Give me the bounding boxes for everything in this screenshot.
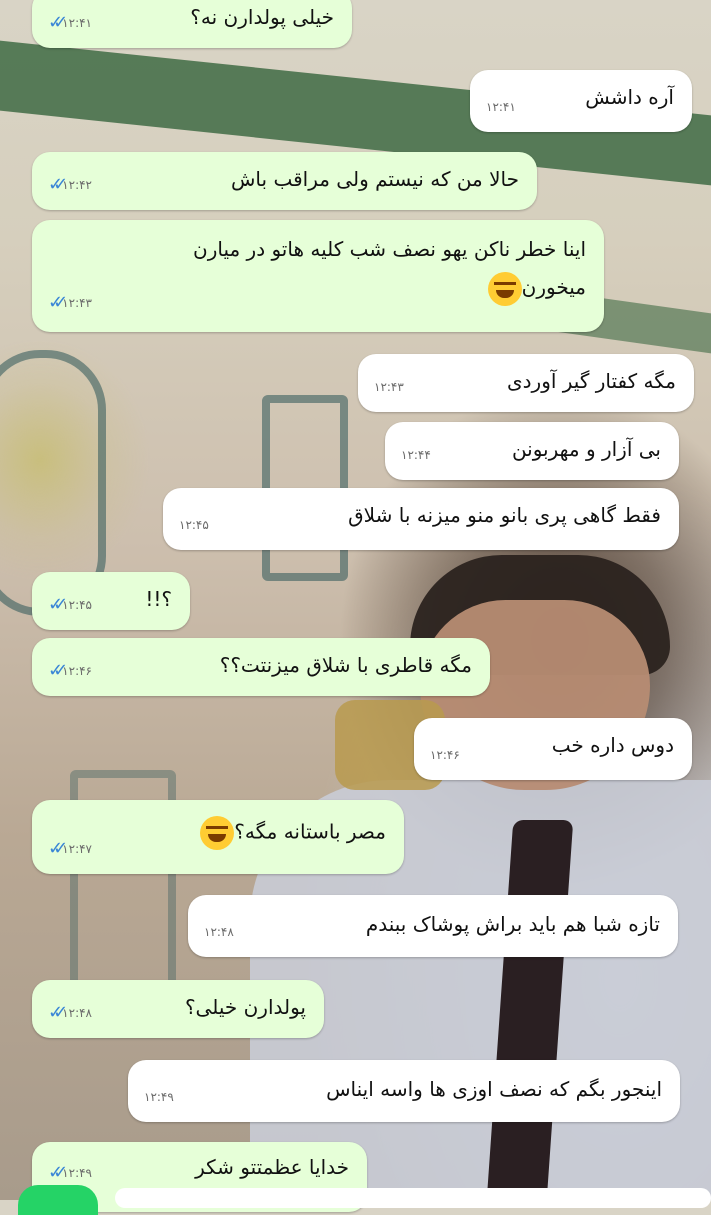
message-bubble[interactable]: حالا من که نیستم ولی مراقب باش ✓✓ ۱۲:۴۲ xyxy=(32,152,537,210)
message-time: ۱۲:۴۱ xyxy=(62,16,92,30)
message-meta: ۱۲:۴۱ xyxy=(486,92,516,122)
message-text: مگه قاطری با شلاق میزنتت؟؟ xyxy=(219,653,472,677)
message-meta: ۱۲:۴۹ xyxy=(144,1082,174,1112)
message-meta: ۱۲:۴۶ xyxy=(430,740,460,770)
message-meta: ✓✓ ۱۲:۴۵ xyxy=(48,590,92,620)
message-time: ۱۲:۴۷ xyxy=(62,842,92,856)
message-meta: ✓✓ ۱۲:۴۸ xyxy=(48,998,92,1028)
double-check-icon: ✓✓ xyxy=(48,174,68,195)
message-bubble[interactable]: فقط گاهی پری بانو منو میزنه با شلاق ۱۲:۴… xyxy=(163,488,679,550)
message-meta: ✓✓ ۱۲:۴۶ xyxy=(48,656,92,686)
double-check-icon: ✓✓ xyxy=(48,1162,68,1183)
message-meta: ۱۲:۴۸ xyxy=(204,917,234,947)
double-check-icon: ✓✓ xyxy=(48,1002,68,1023)
message-text: فقط گاهی پری بانو منو میزنه با شلاق xyxy=(348,503,661,527)
message-bubble[interactable]: مگه قاطری با شلاق میزنتت؟؟ ✓✓ ۱۲:۴۶ xyxy=(32,638,490,696)
message-time: ۱۲:۴۴ xyxy=(401,448,431,462)
message-bubble[interactable]: مگه کفتار گیر آوردی ۱۲:۴۳ xyxy=(358,354,694,412)
message-bubble[interactable]: اینا خطر ناکن یهو نصف شب کلیه هاتو در می… xyxy=(32,220,604,332)
message-meta: ✓✓ ۱۲:۴۹ xyxy=(48,1158,92,1188)
message-time: ۱۲:۴۹ xyxy=(144,1090,174,1104)
message-time: ۱۲:۴۳ xyxy=(62,296,92,310)
message-meta: ۱۲:۴۳ xyxy=(374,372,404,402)
message-time: ۱۲:۴۶ xyxy=(430,748,460,762)
message-bubble[interactable]: اینجور بگم که نصف اوزی ها واسه ایناس ۱۲:… xyxy=(128,1060,680,1122)
message-time: ۱۲:۴۸ xyxy=(62,1006,92,1020)
message-bubble[interactable]: آره داشش ۱۲:۴۱ xyxy=(470,70,692,132)
new-chat-button[interactable] xyxy=(18,1185,98,1215)
message-time: ۱۲:۴۹ xyxy=(62,1166,92,1180)
double-check-icon: ✓✓ xyxy=(48,838,68,859)
message-meta: ✓✓ ۱۲:۴۲ xyxy=(48,170,92,200)
message-meta: ✓✓ ۱۲:۴۳ xyxy=(48,284,92,322)
message-bubble[interactable]: تازه شبا هم باید براش پوشاک ببندم ۱۲:۴۸ xyxy=(188,895,678,957)
message-time: ۱۲:۴۵ xyxy=(179,518,209,532)
message-bubble[interactable]: ؟!! ✓✓ ۱۲:۴۵ xyxy=(32,572,190,630)
message-time: ۱۲:۴۳ xyxy=(374,380,404,394)
message-text-line2: میخورن xyxy=(32,268,586,306)
message-time: ۱۲:۴۲ xyxy=(62,178,92,192)
message-time: ۱۲:۴۱ xyxy=(486,100,516,114)
message-meta: ۱۲:۴۵ xyxy=(179,510,209,540)
double-check-icon: ✓✓ xyxy=(48,12,68,33)
message-bubble[interactable]: دوس داره خب ۱۲:۴۶ xyxy=(414,718,692,780)
message-text: تازه شبا هم باید براش پوشاک ببندم xyxy=(365,912,660,936)
message-time: ۱۲:۴۸ xyxy=(204,925,234,939)
face-with-tears-of-joy-icon xyxy=(200,816,235,850)
message-time: ۱۲:۴۶ xyxy=(62,664,92,678)
message-text: حالا من که نیستم ولی مراقب باش xyxy=(231,167,519,191)
double-check-icon: ✓✓ xyxy=(48,292,68,313)
message-text: اینا خطر ناکن یهو نصف شب کلیه هاتو در می… xyxy=(193,237,586,261)
double-check-icon: ✓✓ xyxy=(48,660,68,681)
message-bubble[interactable]: پولدارن خیلی؟ ✓✓ ۱۲:۴۸ xyxy=(32,980,324,1038)
double-check-icon: ✓✓ xyxy=(48,594,68,615)
message-text: اینجور بگم که نصف اوزی ها واسه ایناس xyxy=(326,1077,662,1101)
message-input-bar[interactable] xyxy=(115,1188,711,1208)
message-bubble[interactable]: خیلی پولدارن نه؟ ✓✓ ۱۲:۴۱ xyxy=(32,0,352,48)
face-with-tears-of-joy-icon xyxy=(487,271,522,306)
message-meta: ✓✓ ۱۲:۴۷ xyxy=(48,834,92,864)
message-bubble[interactable]: مصر باستانه مگه؟ ✓✓ ۱۲:۴۷ xyxy=(32,800,404,874)
message-text: مگه کفتار گیر آوردی xyxy=(506,369,676,393)
message-meta: ۱۲:۴۴ xyxy=(401,440,431,470)
message-time: ۱۲:۴۵ xyxy=(62,598,92,612)
message-bubble[interactable]: بی آزار و مهربونن ۱۲:۴۴ xyxy=(385,422,679,480)
message-meta: ✓✓ ۱۲:۴۱ xyxy=(48,8,92,38)
